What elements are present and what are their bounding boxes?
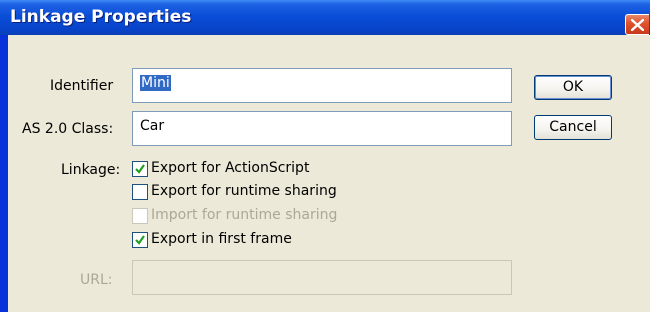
close-icon	[631, 19, 644, 31]
checkmark-icon	[135, 235, 145, 245]
url-label: URL:	[80, 272, 113, 288]
ok-button[interactable]: OK	[534, 75, 612, 100]
dialog-body: Identifier Mini AS 2.0 Class: Car Linkag…	[8, 35, 650, 312]
dialog-window: Linkage Properties Identifier Mini AS 2.…	[0, 0, 650, 312]
export-first-frame-checkbox[interactable]	[132, 232, 148, 248]
identifier-value: Mini	[140, 75, 171, 91]
url-input	[132, 260, 512, 295]
cancel-button[interactable]: Cancel	[534, 115, 612, 140]
close-button[interactable]	[625, 14, 649, 35]
title-bar[interactable]: Linkage Properties	[0, 0, 650, 35]
as-class-label: AS 2.0 Class:	[22, 121, 114, 137]
window-title: Linkage Properties	[10, 7, 192, 27]
import-runtime-sharing-checkbox	[132, 208, 148, 224]
identifier-input[interactable]: Mini	[132, 68, 512, 103]
export-runtime-sharing-checkbox[interactable]	[132, 184, 148, 200]
export-first-frame-label: Export in first frame	[151, 231, 292, 247]
checkmark-icon	[135, 164, 145, 174]
export-actionscript-checkbox[interactable]	[132, 161, 148, 177]
identifier-label: Identifier	[50, 78, 114, 94]
as-class-value: Car	[140, 118, 165, 134]
import-runtime-sharing-label: Import for runtime sharing	[151, 207, 338, 223]
as-class-input[interactable]: Car	[132, 111, 512, 146]
export-actionscript-label: Export for ActionScript	[151, 160, 310, 176]
export-runtime-sharing-label: Export for runtime sharing	[151, 183, 337, 199]
linkage-label: Linkage:	[61, 162, 121, 178]
